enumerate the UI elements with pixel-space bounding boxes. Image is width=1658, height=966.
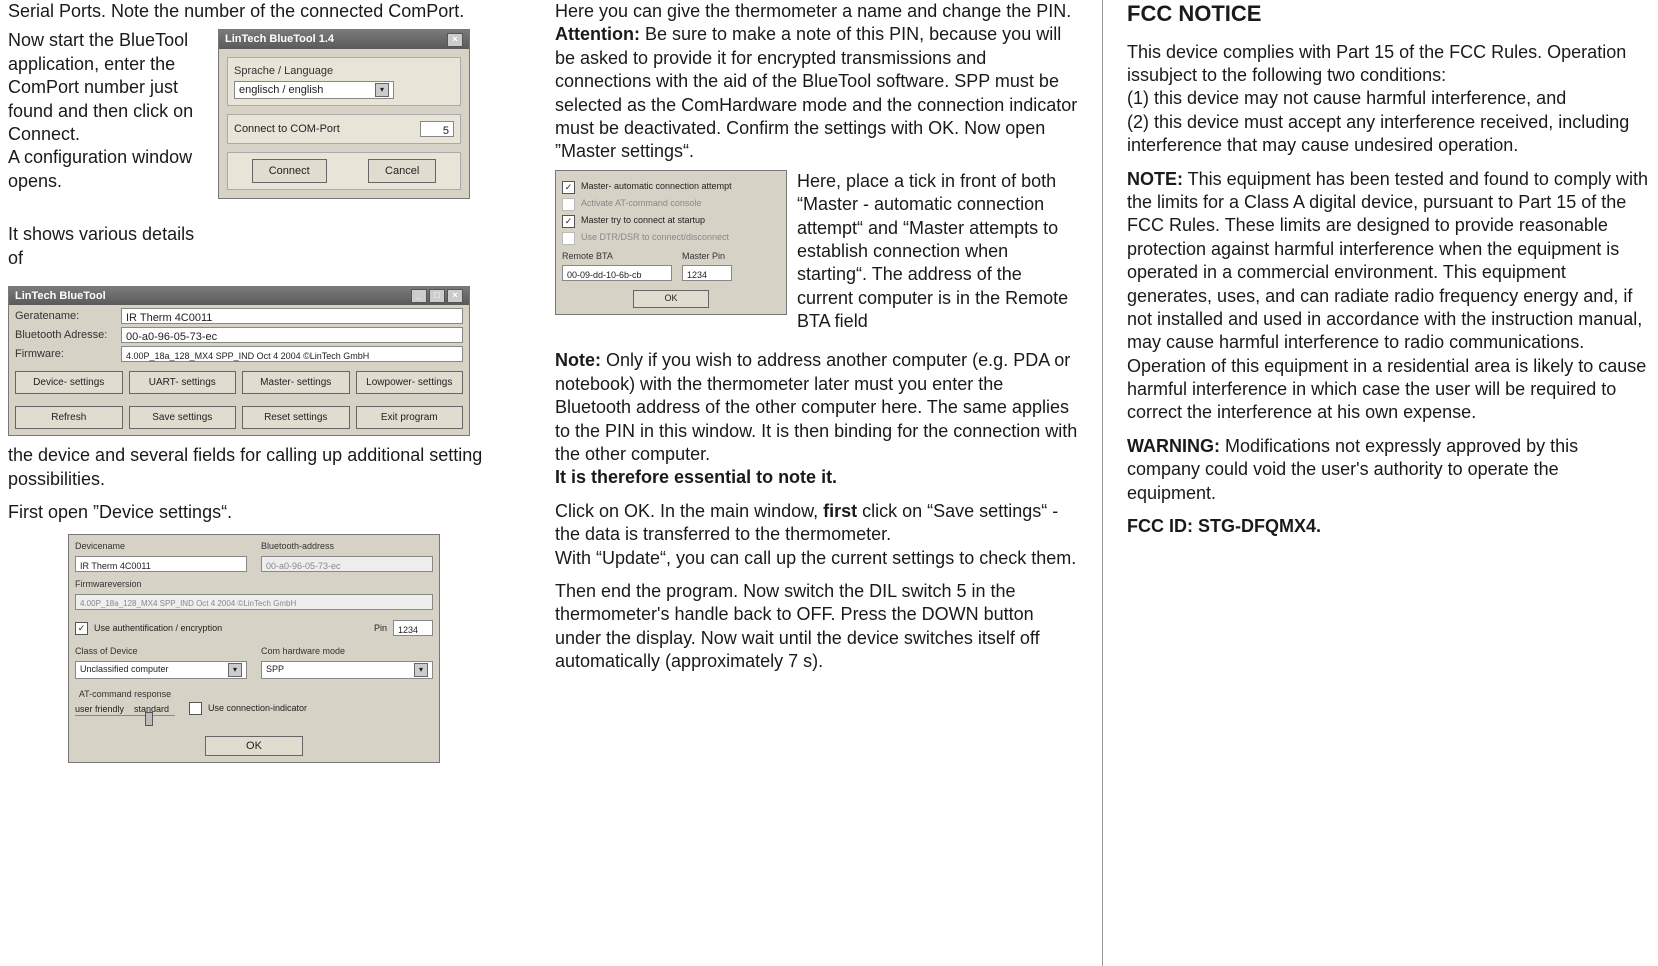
conn-indicator-checkbox[interactable] bbox=[189, 702, 202, 715]
label: Geratename: bbox=[15, 309, 115, 323]
text: Attention: Be sure to make a note of thi… bbox=[555, 23, 1078, 163]
lowpower-settings-button[interactable]: Lowpower- settings bbox=[356, 371, 464, 394]
remote-bta-input[interactable]: 00-09-dd-10-6b-cb bbox=[562, 265, 672, 281]
pin-input[interactable]: 1234 bbox=[393, 620, 433, 636]
at-console-checkbox bbox=[562, 198, 575, 211]
text: (1) this device may not cause harmful in… bbox=[1127, 87, 1650, 110]
maximize-icon[interactable]: □ bbox=[429, 289, 445, 303]
master-auto-checkbox[interactable]: ✓ bbox=[562, 181, 575, 194]
fcc-notice-title: FCC NOTICE bbox=[1127, 0, 1650, 29]
language-select[interactable]: englisch / english ▾ bbox=[234, 81, 394, 99]
label: Pin bbox=[374, 623, 387, 635]
device-settings-dialog: Devicename IR Therm 4C0011 Bluetooth-add… bbox=[68, 534, 440, 763]
comport-input[interactable]: 5 bbox=[420, 121, 454, 137]
fcc-id: FCC ID: STG-DFQMX4. bbox=[1127, 515, 1650, 538]
master-pin-input[interactable]: 1234 bbox=[682, 265, 732, 281]
label: Bluetooth Adresse: bbox=[15, 328, 115, 342]
label: Master- automatic connection attempt bbox=[581, 181, 732, 193]
devicename-input[interactable]: IR Therm 4C0011 bbox=[75, 556, 247, 572]
close-icon[interactable]: × bbox=[447, 289, 463, 303]
refresh-button[interactable]: Refresh bbox=[15, 406, 123, 429]
label: user friendly bbox=[75, 704, 124, 716]
text: First open ”Device settings“. bbox=[8, 501, 531, 524]
auth-checkbox[interactable]: ✓ bbox=[75, 622, 88, 635]
cancel-button[interactable]: Cancel bbox=[368, 159, 436, 183]
label: Sprache / Language bbox=[234, 64, 454, 78]
text: Here, place a tick in front of both “Mas… bbox=[797, 170, 1078, 334]
label: Remote BTA bbox=[562, 251, 672, 263]
minimize-icon[interactable]: _ bbox=[411, 289, 427, 303]
label: Use DTR/DSR to connect/disconnect bbox=[581, 232, 729, 244]
label: Class of Device bbox=[75, 646, 247, 658]
hwmode-select[interactable]: SPP▾ bbox=[261, 661, 433, 679]
label: NOTE: bbox=[1127, 169, 1183, 189]
text: NOTE: This equipment has been tested and… bbox=[1127, 168, 1650, 425]
devicename-field: IR Therm 4C0011 bbox=[121, 308, 463, 324]
label: Com hardware mode bbox=[261, 646, 433, 658]
dialog-titlebar: LinTech BlueTool 1.4 × bbox=[219, 30, 469, 48]
text: Note: Only if you wish to address anothe… bbox=[555, 349, 1078, 489]
label: AT-command response bbox=[75, 689, 175, 701]
label: Master Pin bbox=[682, 251, 732, 263]
bluetool-connect-dialog: LinTech BlueTool 1.4 × Sprache / Languag… bbox=[218, 29, 470, 199]
select-value: englisch / english bbox=[239, 83, 323, 97]
bluetool-main-dialog: LinTech BlueTool _ □ × Geratename: IR The… bbox=[8, 286, 470, 436]
text: (2) this device must accept any interfer… bbox=[1127, 111, 1650, 158]
dtr-dsr-checkbox bbox=[562, 232, 575, 245]
text: It is therefore essential to note it. bbox=[555, 467, 837, 487]
uart-settings-button[interactable]: UART- settings bbox=[129, 371, 237, 394]
save-settings-button[interactable]: Save settings bbox=[129, 406, 237, 429]
class-select[interactable]: Unclassified computer▾ bbox=[75, 661, 247, 679]
label: Bluetooth-address bbox=[261, 541, 433, 553]
text: A configuration window opens. bbox=[8, 146, 208, 193]
at-response-slider[interactable] bbox=[75, 715, 175, 724]
text: This device complies with Part 15 of the… bbox=[1127, 41, 1650, 88]
btaddr-field: 00-a0-96-05-73-ec bbox=[121, 327, 463, 343]
text: With “Update“, you can call up the curre… bbox=[555, 547, 1078, 570]
ok-button[interactable]: OK bbox=[205, 736, 303, 756]
firmware-readonly: 4.00P_18a_128_MX4 SPP_IND Oct 4 2004 ©Li… bbox=[75, 594, 433, 610]
ok-button[interactable]: OK bbox=[633, 290, 708, 308]
text: Now start the BlueTool application, ente… bbox=[8, 29, 208, 146]
text: Click on OK. In the main window, first c… bbox=[555, 500, 1078, 547]
text: the device and several fields for callin… bbox=[8, 444, 531, 491]
text: Here you can give the thermometer a name… bbox=[555, 0, 1078, 23]
text: Serial Ports. Note the number of the con… bbox=[8, 0, 531, 23]
chevron-down-icon: ▾ bbox=[414, 663, 428, 677]
label: Use connection-indicator bbox=[208, 703, 307, 715]
label: Firmware: bbox=[15, 347, 115, 361]
label: Use authentification / encryption bbox=[94, 623, 222, 635]
label: WARNING: bbox=[1127, 436, 1220, 456]
label: Note: bbox=[555, 350, 601, 370]
master-settings-button[interactable]: Master- settings bbox=[242, 371, 350, 394]
column-1: Serial Ports. Note the number of the con… bbox=[8, 0, 531, 966]
reset-settings-button[interactable]: Reset settings bbox=[242, 406, 350, 429]
exit-program-button[interactable]: Exit program bbox=[356, 406, 464, 429]
label: Activate AT-command console bbox=[581, 198, 701, 210]
firmware-field: 4.00P_18a_128_MX4 SPP_IND Oct 4 2004 ©Li… bbox=[121, 346, 463, 362]
text: WARNING: Modifications not expressly app… bbox=[1127, 435, 1650, 505]
master-startup-checkbox[interactable]: ✓ bbox=[562, 215, 575, 228]
chevron-down-icon: ▾ bbox=[375, 83, 389, 97]
connect-button[interactable]: Connect bbox=[252, 159, 327, 183]
device-settings-button[interactable]: Device- settings bbox=[15, 371, 123, 394]
chevron-down-icon: ▾ bbox=[228, 663, 242, 677]
text: It shows various details of bbox=[8, 223, 208, 270]
master-settings-dialog: ✓ Master- automatic connection attempt Ac… bbox=[555, 170, 787, 315]
dialog-title: LinTech BlueTool 1.4 bbox=[225, 32, 334, 46]
label: Master try to connect at startup bbox=[581, 215, 705, 227]
dialog-titlebar: LinTech BlueTool _ □ × bbox=[9, 287, 469, 305]
label: Connect to COM-Port bbox=[234, 122, 340, 136]
column-2: Here you can give the thermometer a name… bbox=[555, 0, 1078, 966]
label: Attention: bbox=[555, 24, 640, 44]
dialog-title: LinTech BlueTool bbox=[15, 289, 106, 303]
label: Firmwareversion bbox=[75, 579, 433, 591]
column-3: FCC NOTICE This device complies with Par… bbox=[1102, 0, 1650, 966]
btaddr-readonly: 00-a0-96-05-73-ec bbox=[261, 556, 433, 572]
close-icon[interactable]: × bbox=[447, 33, 463, 47]
text: Then end the program. Now switch the DIL… bbox=[555, 580, 1078, 674]
label: Devicename bbox=[75, 541, 247, 553]
